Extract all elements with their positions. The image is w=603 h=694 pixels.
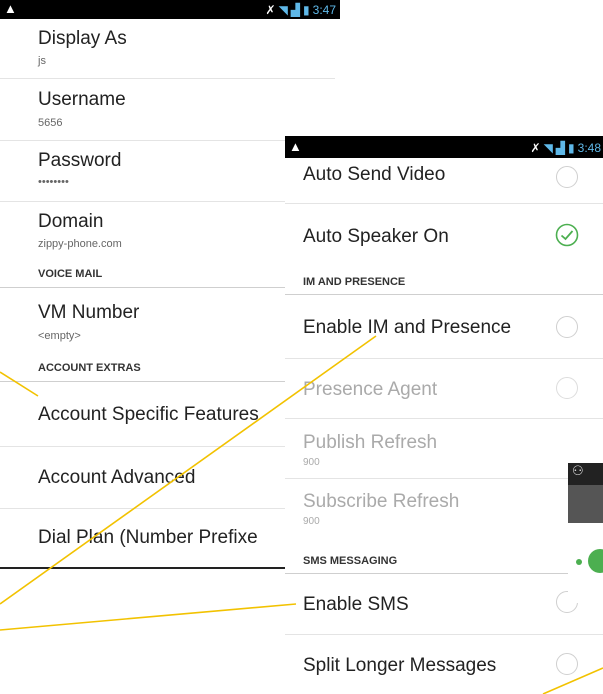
pref-username[interactable]: Username 5656 <box>0 79 340 139</box>
checkbox-unchecked[interactable] <box>556 653 578 675</box>
battery-icon: ▮ <box>568 141 575 155</box>
pref-title: Auto Speaker On <box>303 226 449 247</box>
status-dot-icon <box>576 559 582 565</box>
pref-auto-send-video[interactable]: Auto Send Video <box>285 158 603 203</box>
callout-line <box>0 603 297 631</box>
wifi-icon: ◥ <box>278 3 288 17</box>
pref-title: Domain <box>38 211 104 232</box>
third-screen-partial: ⚇ <box>568 463 603 603</box>
pref-title: Enable IM and Presence <box>303 317 512 338</box>
pref-summary: js <box>38 55 46 67</box>
category-voice-mail: VOICE MAIL <box>38 268 103 280</box>
pref-summary: 5656 <box>38 117 63 129</box>
category-account-extras: ACCOUNT EXTRAS <box>38 362 141 374</box>
signal-icon: ▟ <box>555 141 566 155</box>
pref-auto-speaker-on[interactable]: Auto Speaker On <box>285 204 603 269</box>
pref-title: VM Number <box>38 302 140 323</box>
pref-presence-agent[interactable]: Presence Agent <box>285 359 603 419</box>
pref-split-longer-messages[interactable]: Split Longer Messages <box>285 635 603 694</box>
checkbox-unchecked[interactable] <box>556 377 578 399</box>
pref-title: Publish Refresh <box>303 432 438 453</box>
app-icon: ⚇ <box>572 463 584 478</box>
pref-summary: zippy-phone.com <box>38 238 122 250</box>
pref-summary: 900 <box>303 457 320 468</box>
mute-icon: ✗ <box>530 141 541 155</box>
status-bar: ▲ ✗ ◥ ▟ ▮ 3:48 <box>285 136 603 158</box>
pref-title: Account Advanced <box>38 467 196 488</box>
battery-icon: ▮ <box>303 3 310 17</box>
pref-subscribe-refresh[interactable]: Subscribe Refresh 900 <box>285 479 603 539</box>
checkbox-unchecked[interactable] <box>556 316 578 338</box>
checkbox-checked-icon[interactable] <box>555 223 579 247</box>
signal-icon: ▟ <box>290 3 301 17</box>
pref-title: Auto Send Video <box>303 164 446 185</box>
pref-title: Enable SMS <box>303 594 409 615</box>
pref-publish-refresh[interactable]: Publish Refresh 900 <box>285 419 603 479</box>
status-time: 3:48 <box>577 141 601 155</box>
call-button-icon[interactable] <box>588 549 603 573</box>
pref-title: Presence Agent <box>303 379 438 400</box>
screen-bottom-edge <box>0 567 290 569</box>
pref-summary: <empty> <box>38 330 81 342</box>
pref-summary: 900 <box>303 516 320 527</box>
pref-title: Password <box>38 150 122 171</box>
pref-enable-sms[interactable]: Enable SMS <box>285 574 603 634</box>
category-sms-messaging: SMS MESSAGING <box>303 555 398 567</box>
status-time: 3:47 <box>312 3 336 17</box>
right-screen: ▲ ✗ ◥ ▟ ▮ 3:48 Auto Send Video Auto Spea… <box>285 136 603 694</box>
pref-title: Subscribe Refresh <box>303 491 460 512</box>
category-im-and-presence: IM AND PRESENCE <box>303 276 406 288</box>
pref-title: Username <box>38 89 126 110</box>
pref-title: Dial Plan (Number Prefixe <box>38 527 258 548</box>
wifi-icon: ◥ <box>543 141 553 155</box>
warning-icon: ▲ <box>289 139 302 154</box>
pref-title: Split Longer Messages <box>303 655 497 676</box>
checkbox-unchecked[interactable] <box>556 166 578 188</box>
third-status-bar: ⚇ <box>568 463 603 485</box>
warning-icon: ▲ <box>4 1 17 16</box>
pref-enable-im-presence[interactable]: Enable IM and Presence <box>285 295 603 360</box>
third-action-bar <box>568 485 603 523</box>
status-bar: ▲ ✗ ◥ ▟ ▮ 3:47 <box>0 0 340 19</box>
mute-icon: ✗ <box>265 3 276 17</box>
pref-title: Account Specific Features <box>38 404 259 425</box>
pref-summary: •••••••• <box>38 176 69 188</box>
pref-display-as[interactable]: Display As js <box>0 19 340 79</box>
pref-title: Display As <box>38 28 127 49</box>
